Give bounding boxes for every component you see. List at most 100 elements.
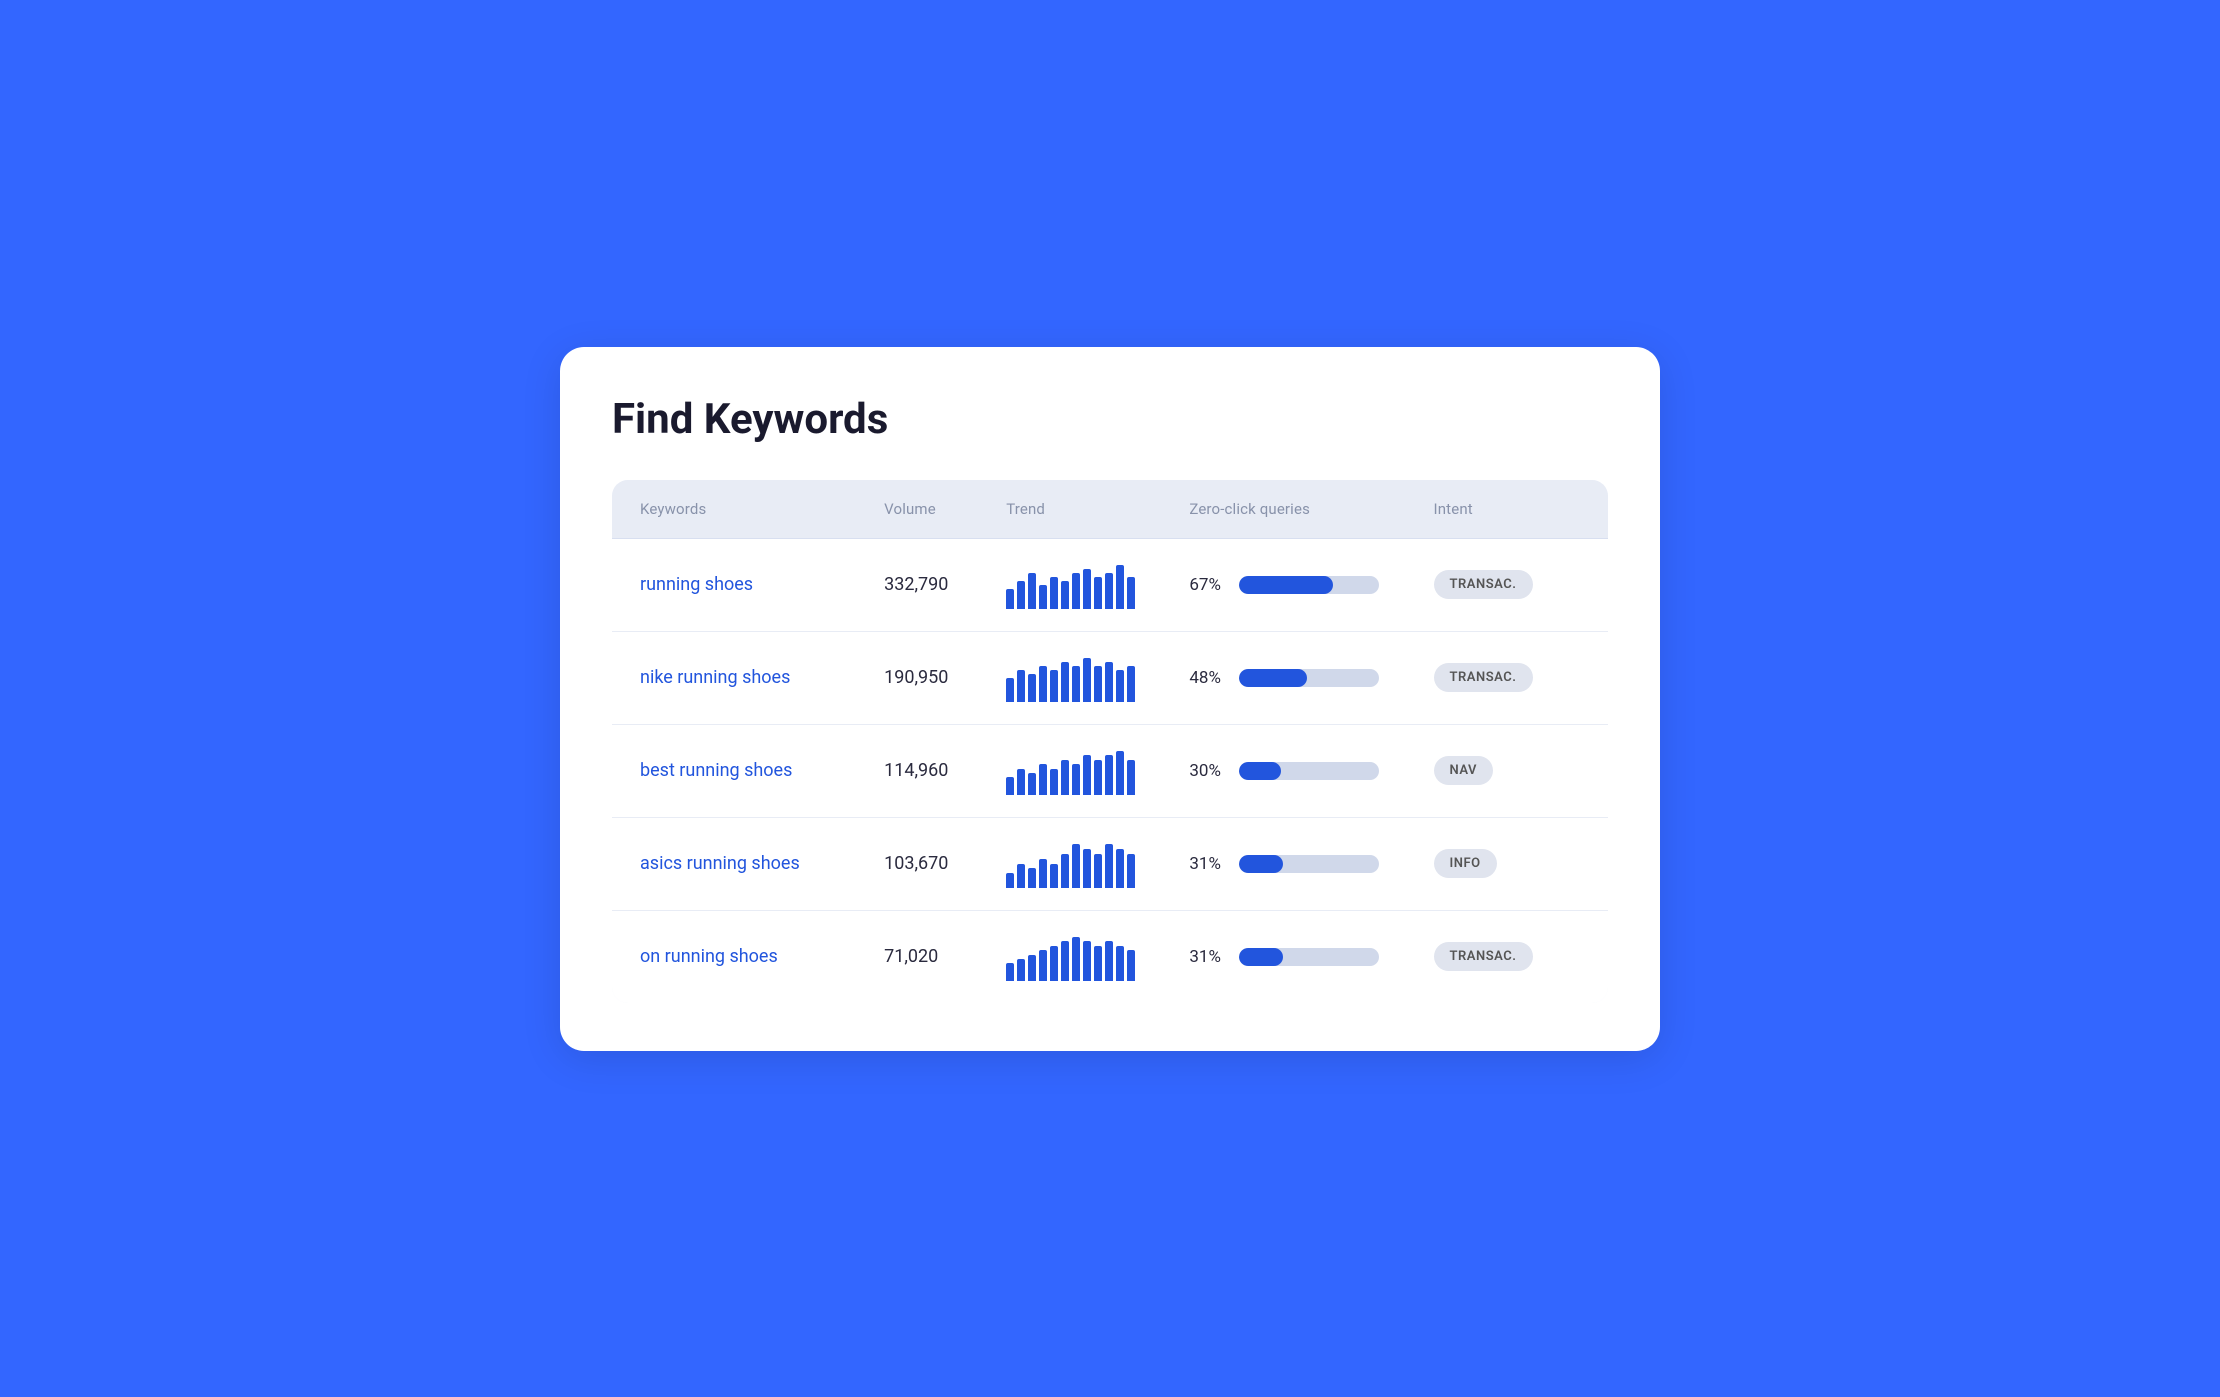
trend-bar [1028, 573, 1036, 609]
trend-cell [1006, 747, 1189, 795]
trend-bar [1127, 950, 1135, 981]
trend-bar [1028, 773, 1036, 795]
trend-bar [1028, 674, 1036, 702]
trend-bar [1083, 755, 1091, 795]
trend-bar [1127, 577, 1135, 609]
trend-cell [1006, 654, 1189, 702]
zero-click-cell: 31% [1189, 947, 1433, 967]
keyword-link[interactable]: on running shoes [640, 946, 778, 967]
trend-bar [1094, 854, 1102, 888]
trend-bar [1050, 670, 1058, 702]
intent-badge: TRANSAC. [1434, 570, 1533, 599]
trend-bar [1072, 764, 1080, 795]
trend-bar [1039, 859, 1047, 888]
keyword-link[interactable]: best running shoes [640, 760, 792, 781]
trend-bar [1127, 760, 1135, 795]
progress-track [1239, 948, 1379, 966]
trend-bar [1061, 581, 1069, 609]
table-row: nike running shoes190,95048%TRANSAC. [612, 632, 1608, 725]
keyword-link[interactable]: asics running shoes [640, 853, 800, 874]
progress-fill [1239, 669, 1306, 687]
trend-bar [1094, 577, 1102, 609]
trend-bar [1094, 760, 1102, 795]
zero-click-percent: 31% [1189, 947, 1229, 967]
trend-bar [1028, 955, 1036, 981]
trend-bar [1028, 868, 1036, 888]
header-keywords: Keywords [640, 500, 884, 518]
header-intent: Intent [1434, 500, 1581, 518]
intent-badge: INFO [1434, 849, 1497, 878]
keyword-link[interactable]: nike running shoes [640, 667, 790, 688]
trend-bar [1006, 589, 1014, 609]
trend-bar [1061, 854, 1069, 888]
table-row: best running shoes 114,960 30% NAV [612, 725, 1608, 818]
trend-bar [1083, 658, 1091, 702]
trend-bar [1050, 769, 1058, 795]
volume-cell: 332,790 [884, 574, 1006, 595]
trend-bar [1105, 573, 1113, 609]
progress-fill [1239, 948, 1282, 966]
intent-badge: TRANSAC. [1434, 663, 1533, 692]
progress-fill [1239, 762, 1281, 780]
trend-bar [1094, 666, 1102, 702]
trend-bar [1127, 854, 1135, 888]
trend-bar [1127, 666, 1135, 702]
progress-track [1239, 855, 1379, 873]
zero-click-percent: 30% [1189, 761, 1229, 781]
intent-cell: NAV [1434, 756, 1581, 785]
trend-bar [1039, 950, 1047, 981]
intent-cell: TRANSAC. [1434, 942, 1581, 971]
trend-cell [1006, 840, 1189, 888]
zero-click-cell: 67% [1189, 575, 1433, 595]
trend-cell [1006, 561, 1189, 609]
header-zero-click: Zero-click queries [1189, 500, 1433, 518]
progress-track [1239, 762, 1379, 780]
trend-bar [1017, 581, 1025, 609]
trend-bar [1050, 577, 1058, 609]
trend-bar [1083, 849, 1091, 888]
table-body: running shoes332,79067%TRANSAC.nike runn… [612, 539, 1608, 1003]
progress-track [1239, 576, 1379, 594]
keywords-table: Keywords Volume Trend Zero-click queries… [612, 480, 1608, 1003]
trend-cell [1006, 933, 1189, 981]
zero-click-percent: 31% [1189, 854, 1229, 874]
trend-bar [1072, 937, 1080, 981]
trend-bar [1039, 585, 1047, 609]
trend-bar [1006, 963, 1014, 981]
progress-track [1239, 669, 1379, 687]
trend-bar [1061, 941, 1069, 981]
trend-bar [1116, 670, 1124, 702]
table-header: Keywords Volume Trend Zero-click queries… [612, 480, 1608, 539]
progress-fill [1239, 576, 1333, 594]
trend-bar [1050, 946, 1058, 981]
trend-bar [1105, 662, 1113, 702]
trend-bar [1061, 662, 1069, 702]
trend-bar [1105, 755, 1113, 795]
table-row: running shoes 332,790 67%TRANSAC. [612, 539, 1608, 632]
keyword-link[interactable]: running shoes [640, 574, 753, 595]
trend-bar [1017, 959, 1025, 981]
page-title: Find Keywords [612, 395, 1608, 444]
trend-bar [1083, 941, 1091, 981]
trend-bar [1116, 849, 1124, 888]
trend-bar [1072, 573, 1080, 609]
zero-click-cell: 31% [1189, 854, 1433, 874]
trend-bar [1105, 941, 1113, 981]
progress-fill [1239, 855, 1282, 873]
trend-bar [1017, 864, 1025, 888]
trend-bar [1116, 565, 1124, 609]
trend-bar [1105, 844, 1113, 888]
intent-badge: TRANSAC. [1434, 942, 1533, 971]
trend-bar [1083, 569, 1091, 609]
table-row: on running shoes 71,020 31% TRANSAC. [612, 911, 1608, 1003]
trend-bar [1094, 946, 1102, 981]
volume-cell: 114,960 [884, 760, 1006, 781]
intent-cell: TRANSAC. [1434, 663, 1581, 692]
trend-bar [1006, 873, 1014, 888]
zero-click-cell: 30% [1189, 761, 1433, 781]
trend-bar [1050, 864, 1058, 888]
trend-bar [1006, 678, 1014, 702]
trend-bar [1072, 666, 1080, 702]
volume-cell: 190,950 [884, 667, 1006, 688]
volume-cell: 71,020 [884, 946, 1006, 967]
